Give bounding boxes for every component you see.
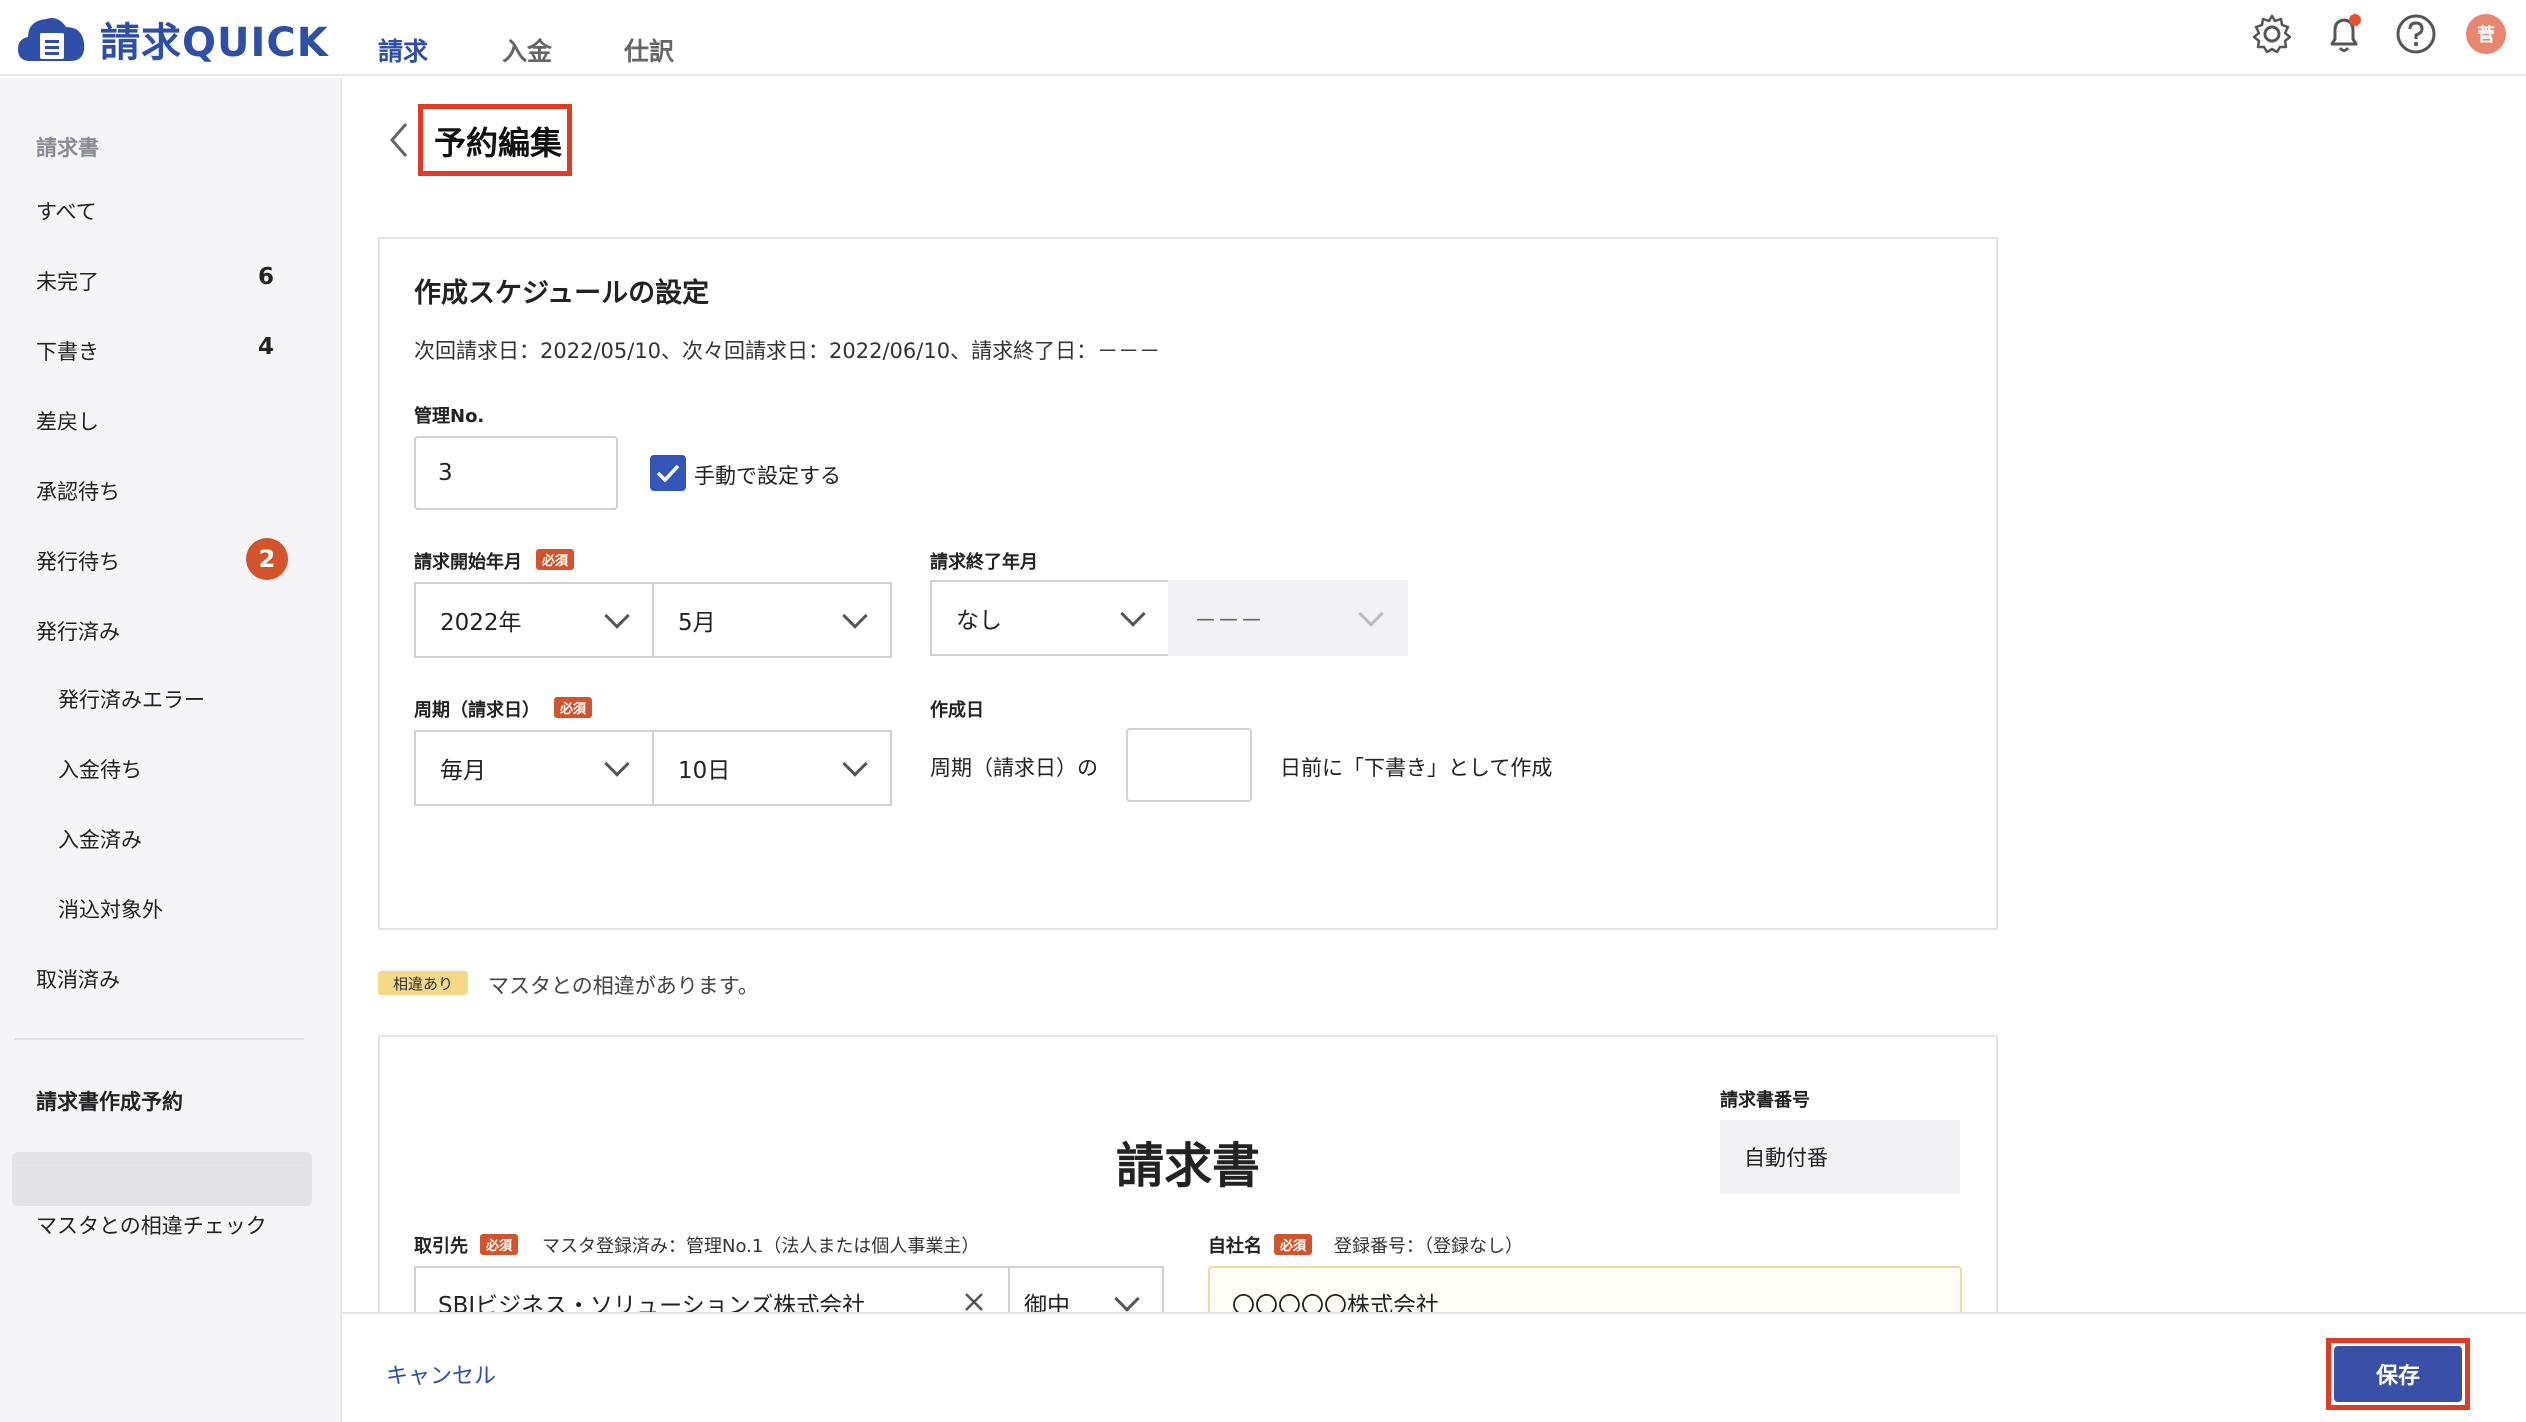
- schedule-info-line: 次回請求日：2022/05/10、次々回請求日：2022/06/10、請求終了日…: [414, 339, 1161, 363]
- invoice-title: 請求書: [1116, 1138, 1261, 1194]
- help-icon[interactable]: [2394, 12, 2438, 56]
- client-master-note: マスタ登録済み：管理No.1（法人または個人事業主）: [542, 1236, 980, 1257]
- start-month-select[interactable]: 5月: [652, 582, 892, 658]
- manual-setting-checkbox[interactable]: [650, 455, 686, 491]
- create-date-prefix: 周期（請求日）の: [930, 756, 1098, 780]
- sidebar-item-paid[interactable]: 入金済み: [58, 824, 142, 854]
- app-root: 請求QUICK 請求 入金 仕訳 菅 請求書 すべて 未完了 6 下書き 4 差…: [0, 0, 2526, 1422]
- create-days-input[interactable]: [1126, 728, 1252, 802]
- gear-icon[interactable]: [2250, 12, 2294, 56]
- sidebar-active-highlight: [12, 1152, 312, 1206]
- footer-bar: [342, 1312, 2526, 1422]
- client-label: 取引先: [414, 1236, 468, 1257]
- end-month-label: 請求終了年月: [930, 552, 1038, 573]
- required-badge: 必須: [480, 1234, 519, 1255]
- save-button[interactable]: 保存: [2334, 1346, 2462, 1402]
- tab-billing[interactable]: 請求: [378, 32, 428, 68]
- start-month-value: 5月: [678, 610, 716, 636]
- create-date-suffix: 日前に「下書き」として作成: [1280, 756, 1553, 780]
- schedule-section-title: 作成スケジュールの設定: [414, 278, 710, 309]
- sidebar-item-drafts[interactable]: 下書き: [36, 336, 99, 366]
- cancel-link[interactable]: キャンセル: [386, 1358, 496, 1390]
- chevron-down-icon: [1120, 601, 1146, 627]
- chevron-down-icon: [604, 751, 630, 777]
- sidebar-item-issued[interactable]: 発行済み: [36, 616, 120, 646]
- chevron-down-icon: [842, 751, 868, 777]
- chevron-down-icon: [842, 603, 868, 629]
- cycle-day-select[interactable]: 10日: [652, 730, 892, 806]
- cycle-label: 周期（請求日）: [414, 700, 540, 721]
- sidebar-badge-awaiting-issue: 2: [246, 538, 288, 580]
- sidebar-count-incomplete: 6: [258, 264, 275, 290]
- cycle-day-value: 10日: [678, 758, 731, 784]
- cycle-select[interactable]: 毎月: [414, 730, 654, 806]
- bell-icon[interactable]: [2322, 12, 2366, 56]
- end-month-select: －－－: [1168, 580, 1408, 656]
- required-badge: 必須: [554, 697, 593, 718]
- tab-payment[interactable]: 入金: [502, 32, 552, 68]
- chevron-down-icon: [604, 603, 630, 629]
- sidebar-item-cancelled[interactable]: 取消済み: [36, 964, 120, 994]
- mgmt-no-label: 管理No.: [414, 406, 485, 427]
- end-year-select[interactable]: なし: [930, 580, 1170, 656]
- sidebar-item-excluded[interactable]: 消込対象外: [58, 894, 163, 924]
- sidebar-item-returned[interactable]: 差戻し: [36, 406, 99, 436]
- diff-notice-text: マスタとの相違があります。: [488, 974, 759, 998]
- manual-setting-label[interactable]: 手動で設定する: [694, 460, 841, 490]
- start-year-value: 2022年: [440, 610, 522, 636]
- required-badge: 必須: [536, 549, 575, 570]
- sidebar-item-master-diff-check[interactable]: マスタとの相違チェック: [36, 1210, 267, 1240]
- clear-icon[interactable]: [962, 1290, 986, 1314]
- sidebar-item-all[interactable]: すべて: [36, 196, 97, 226]
- required-badge: 必須: [1274, 1234, 1313, 1255]
- end-month-value: －－－: [1194, 608, 1263, 634]
- sidebar-item-issued-error[interactable]: 発行済みエラー: [58, 684, 205, 714]
- app-name: 請求QUICK: [100, 20, 329, 66]
- invoice-number-field: 自動付番: [1720, 1120, 1960, 1194]
- invoice-number-label: 請求書番号: [1720, 1090, 1810, 1111]
- back-chevron-icon[interactable]: [384, 118, 412, 162]
- user-avatar[interactable]: 菅: [2466, 14, 2506, 54]
- sidebar-item-awaiting-payment[interactable]: 入金待ち: [58, 754, 142, 784]
- sidebar-item-incomplete[interactable]: 未完了: [36, 266, 99, 296]
- top-header: 請求QUICK 請求 入金 仕訳 菅: [0, 0, 2526, 76]
- sidebar-divider: [14, 1162, 304, 1164]
- diff-tag: 相違あり: [378, 971, 468, 995]
- registration-number-note: 登録番号：（登録なし）: [1334, 1236, 1523, 1257]
- sidebar-item-invoice-schedule[interactable]: 請求書作成予約: [36, 1086, 183, 1116]
- sidebar-divider: [14, 1038, 304, 1040]
- chevron-down-icon: [1114, 1286, 1140, 1312]
- check-icon: [656, 464, 680, 483]
- page-title: 予約編集: [434, 124, 563, 162]
- sidebar-count-drafts: 4: [258, 334, 275, 360]
- app-logo[interactable]: 請求QUICK: [16, 10, 329, 68]
- tab-journal[interactable]: 仕訳: [624, 32, 674, 68]
- cycle-value: 毎月: [440, 758, 486, 784]
- sidebar-item-awaiting-issue[interactable]: 発行待ち: [36, 546, 120, 576]
- start-year-select[interactable]: 2022年: [414, 582, 654, 658]
- chevron-down-icon: [1358, 601, 1384, 627]
- sidebar: 請求書 すべて 未完了 6 下書き 4 差戻し 承認待ち 発行待ち 2 発行済み…: [0, 78, 342, 1422]
- own-company-label: 自社名: [1208, 1236, 1262, 1257]
- mgmt-no-input[interactable]: 3: [414, 436, 618, 510]
- sidebar-section-heading: 請求書: [36, 136, 99, 160]
- sidebar-item-awaiting-approval[interactable]: 承認待ち: [36, 476, 120, 506]
- end-year-value: なし: [956, 608, 1002, 634]
- cloud-document-icon: [18, 18, 85, 61]
- start-month-label: 請求開始年月: [414, 552, 522, 573]
- create-date-label: 作成日: [930, 700, 984, 721]
